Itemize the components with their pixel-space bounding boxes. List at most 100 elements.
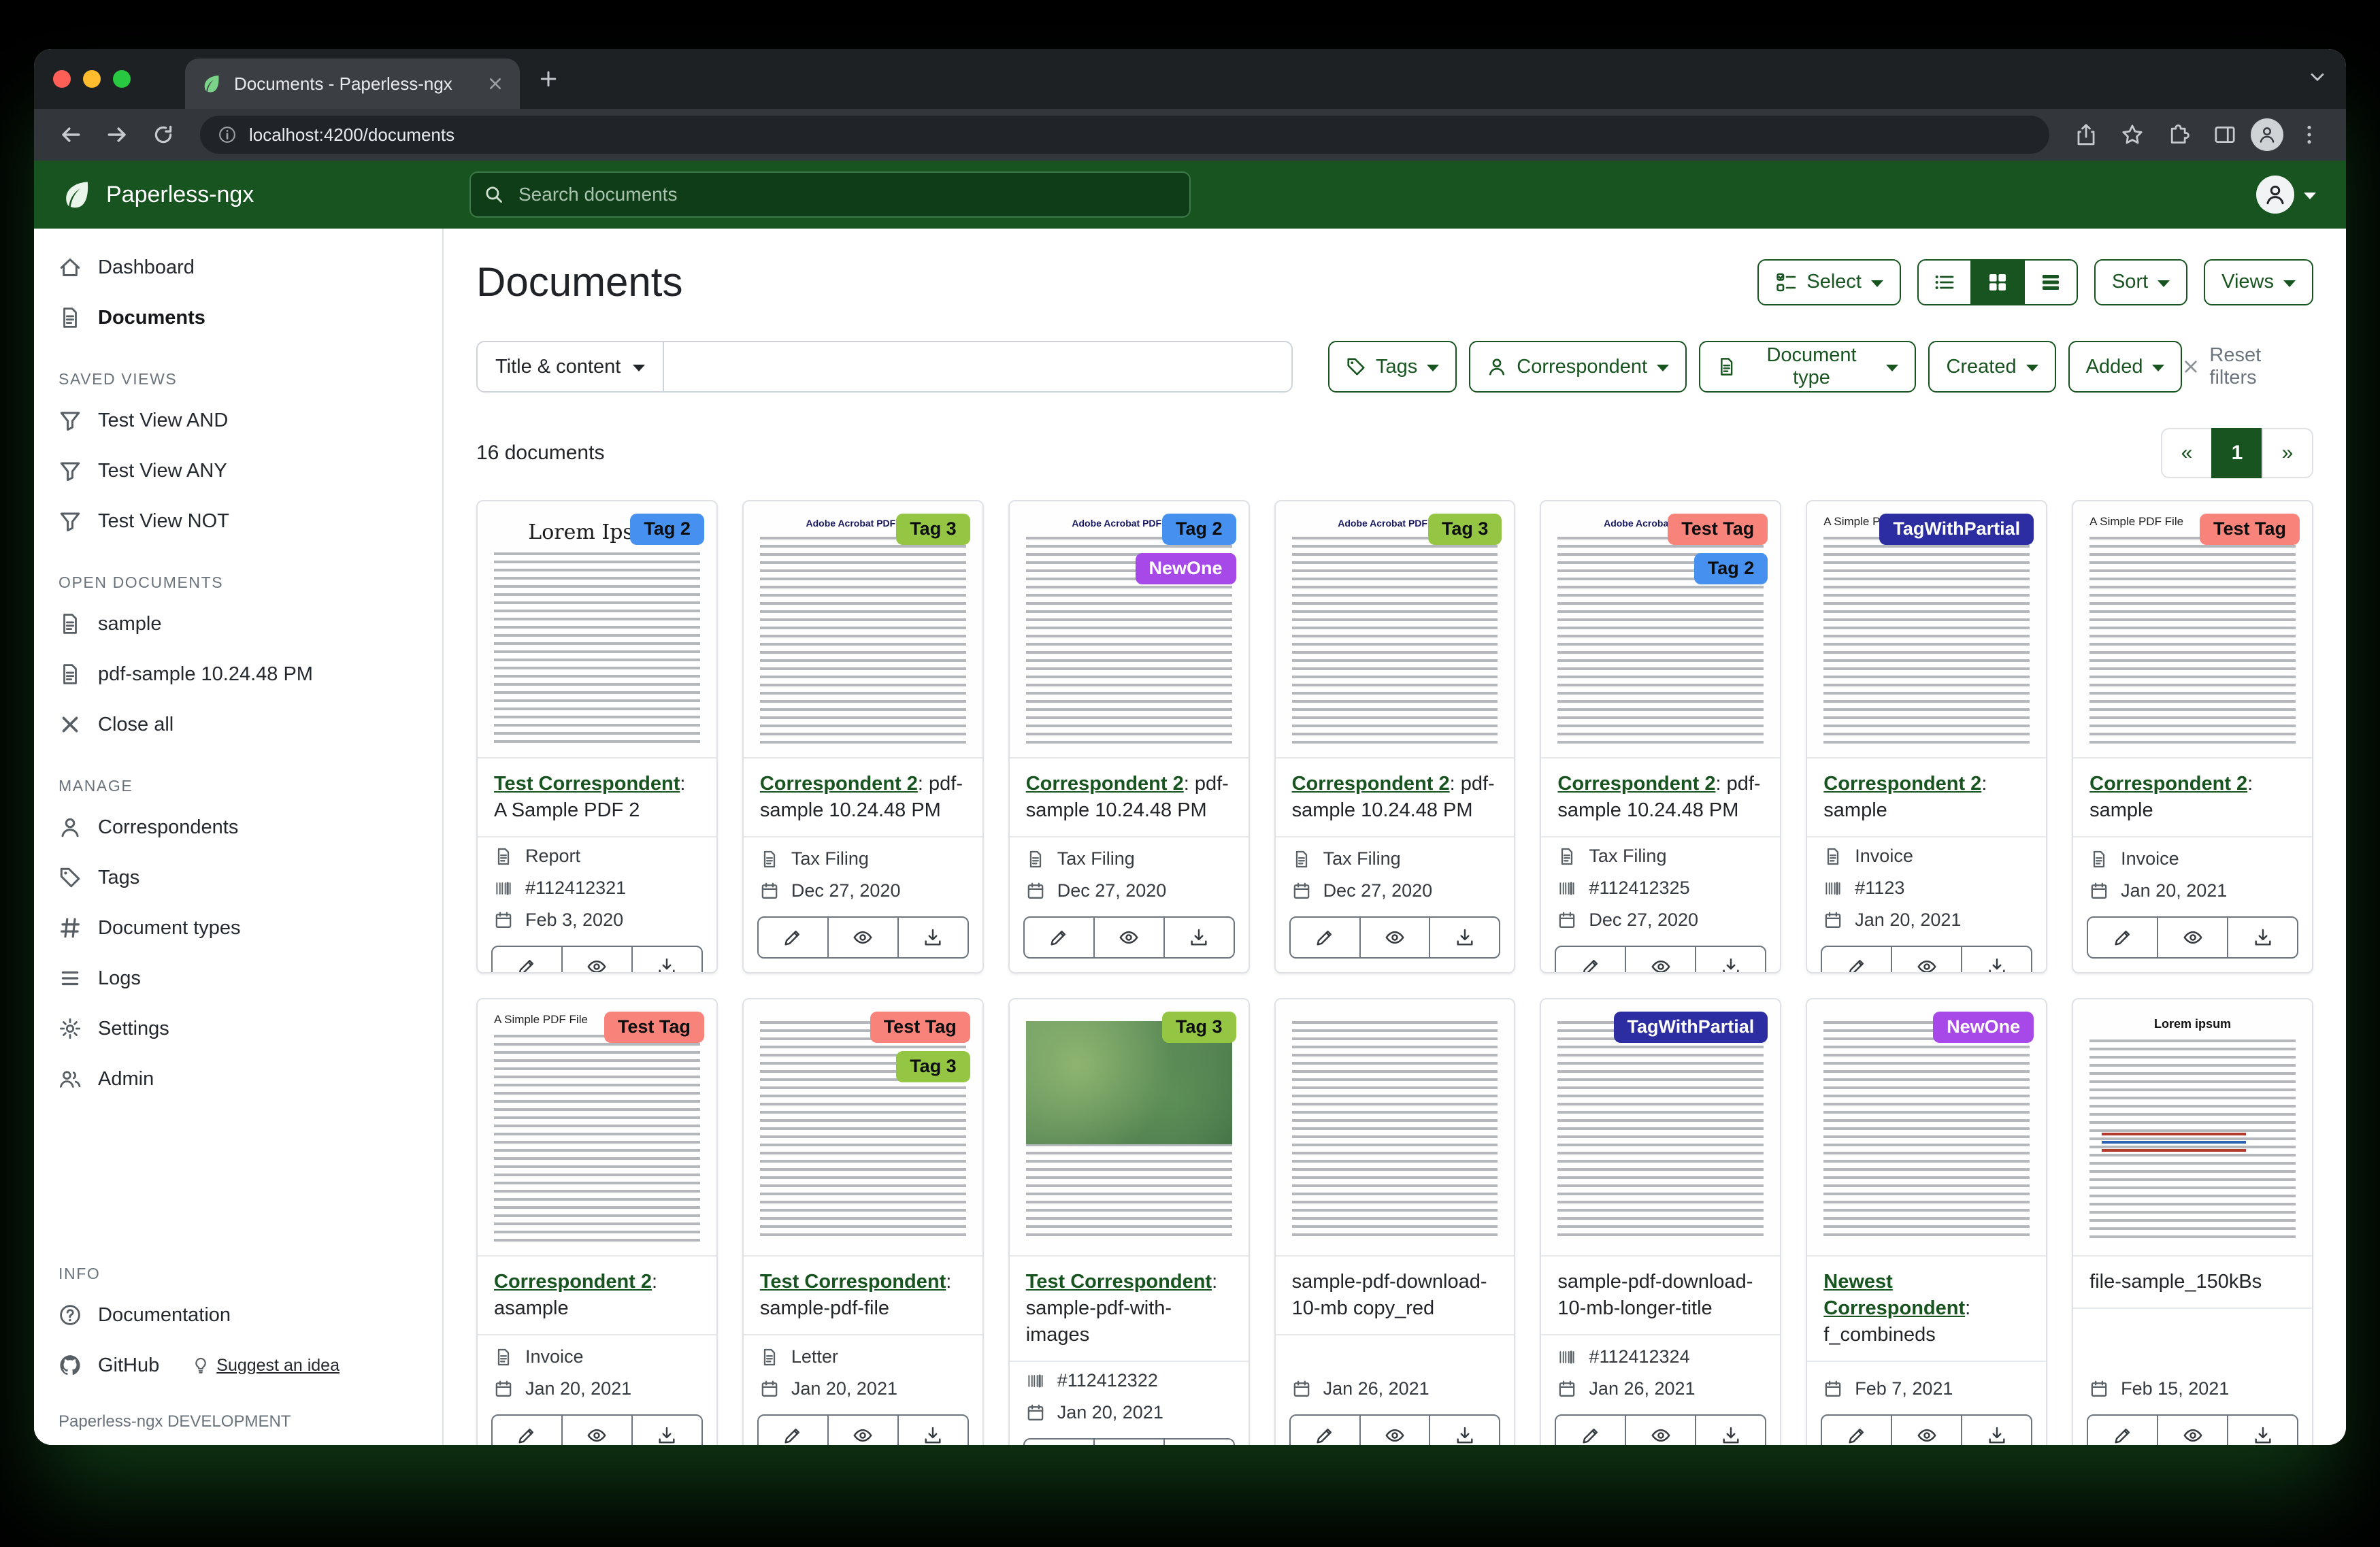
document-thumbnail[interactable]: Adobe Acrobat PDF Files Tag 3	[744, 501, 982, 759]
tag-badge[interactable]: Test Tag	[604, 1012, 704, 1043]
document-thumbnail[interactable]: TagWithPartial	[1541, 999, 1780, 1257]
download-button[interactable]	[1961, 1414, 2032, 1445]
sidebar-item-settings[interactable]: Settings	[34, 1003, 442, 1054]
correspondent-link[interactable]: Correspondent 2	[1026, 773, 1184, 795]
preview-button[interactable]	[1891, 1414, 1962, 1445]
preview-button[interactable]	[827, 1414, 899, 1445]
browser-tab[interactable]: Documents - Paperless-ngx	[185, 59, 520, 109]
filter-created-button[interactable]: Created	[1928, 341, 2055, 393]
download-button[interactable]	[1429, 1414, 1500, 1445]
sidebar-item-open-doc-pdf-sample[interactable]: pdf-sample 10.24.48 PM	[34, 649, 442, 699]
edit-button[interactable]	[1555, 946, 1626, 974]
sidebar-item-documents[interactable]: Documents	[34, 293, 442, 343]
preview-button[interactable]	[827, 916, 899, 959]
edit-button[interactable]	[491, 1414, 563, 1445]
correspondent-link[interactable]: Correspondent 2	[1823, 773, 1981, 795]
sidebar-item-document-types[interactable]: Document types	[34, 903, 442, 953]
preview-button[interactable]	[1891, 946, 1962, 974]
correspondent-link[interactable]: Test Correspondent	[1026, 1271, 1212, 1293]
side-panel-button[interactable]	[2204, 114, 2245, 155]
document-card[interactable]: TagWithPartial sample-pdf-download-10-mb…	[1540, 998, 1781, 1445]
suggest-idea-link[interactable]: Suggest an idea	[192, 1356, 340, 1376]
sidebar-item-correspondents[interactable]: Correspondents	[34, 802, 442, 852]
tag-badge[interactable]: Tag 2	[630, 514, 704, 545]
edit-button[interactable]	[1023, 916, 1095, 959]
filter-tags-button[interactable]: Tags	[1328, 341, 1457, 393]
reload-button[interactable]	[143, 114, 184, 155]
preview-button[interactable]	[1625, 946, 1696, 974]
maximize-window-button[interactable]	[113, 70, 131, 88]
correspondent-link[interactable]: Newest Correspondent	[1823, 1271, 1965, 1319]
edit-button[interactable]	[757, 1414, 829, 1445]
preview-button[interactable]	[561, 946, 633, 974]
document-card[interactable]: Lorem ipsum file-sample_150kBs Feb 15, 2…	[2072, 998, 2313, 1445]
edit-button[interactable]	[2087, 1414, 2158, 1445]
bookmark-star-button[interactable]	[2112, 114, 2153, 155]
browser-profile-avatar[interactable]	[2251, 118, 2283, 151]
sidebar-item-documentation[interactable]: Documentation	[34, 1290, 442, 1340]
edit-button[interactable]	[2087, 916, 2158, 959]
tag-badge[interactable]: NewOne	[1136, 553, 1236, 584]
back-button[interactable]	[50, 114, 91, 155]
page-current-button[interactable]: 1	[2211, 428, 2263, 478]
download-button[interactable]	[1163, 1438, 1235, 1445]
download-button[interactable]	[1961, 946, 2032, 974]
download-button[interactable]	[2227, 916, 2298, 959]
preview-button[interactable]	[2157, 1414, 2228, 1445]
share-button[interactable]	[2066, 114, 2106, 155]
tag-badge[interactable]: Tag 3	[896, 514, 970, 545]
edit-button[interactable]	[1821, 1414, 1892, 1445]
document-card[interactable]: Adobe Acrobat PDF Files Tag 3 Correspond…	[742, 500, 984, 974]
document-thumbnail[interactable]: Lorem ipsum	[2073, 999, 2312, 1257]
search-input[interactable]	[516, 182, 1176, 207]
address-bar[interactable]: localhost:4200/documents	[200, 116, 2049, 154]
filter-text-input[interactable]	[664, 341, 1293, 393]
user-menu[interactable]	[2256, 176, 2316, 214]
document-thumbnail[interactable]: Adobe Acrobat PDF Files Tag 3	[1276, 501, 1515, 759]
sidebar-item-test-view-any[interactable]: Test View ANY	[34, 446, 442, 496]
tag-badge[interactable]: Test Tag	[2200, 514, 2300, 545]
document-thumbnail[interactable]: A Simple PDF File Test Tag	[2073, 501, 2312, 759]
edit-button[interactable]	[1289, 1414, 1361, 1445]
download-button[interactable]	[631, 1414, 703, 1445]
sidebar-item-test-view-and[interactable]: Test View AND	[34, 395, 442, 446]
filter-added-button[interactable]: Added	[2068, 341, 2183, 393]
document-thumbnail[interactable]: Adobe Acrobat PDF Files Tag 2NewOne	[1010, 501, 1249, 759]
sort-button[interactable]: Sort	[2094, 259, 2187, 305]
preview-button[interactable]	[1359, 1414, 1431, 1445]
page-next-button[interactable]: »	[2262, 428, 2313, 478]
reset-filters-button[interactable]: Reset filters	[2182, 344, 2313, 389]
close-all-button[interactable]: Close all	[34, 699, 442, 750]
document-card[interactable]: Adobe Acrobat PDF Files Tag 2NewOne Corr…	[1008, 500, 1250, 974]
document-card[interactable]: Tag 3 Test Correspondent: sample-pdf-wit…	[1008, 998, 1250, 1445]
download-button[interactable]	[1163, 916, 1235, 959]
download-button[interactable]	[897, 916, 969, 959]
correspondent-link[interactable]: Correspondent 2	[494, 1271, 652, 1293]
edit-button[interactable]	[1555, 1414, 1626, 1445]
document-thumbnail[interactable]: A Simple PDF File TagWithPartial	[1807, 501, 2046, 759]
sidebar-item-admin[interactable]: Admin	[34, 1054, 442, 1104]
edit-button[interactable]	[1821, 946, 1892, 974]
tag-badge[interactable]: Test Tag	[870, 1012, 970, 1043]
document-card[interactable]: A Simple PDF File Test Tag Correspondent…	[476, 998, 718, 1445]
minimize-window-button[interactable]	[83, 70, 101, 88]
document-card[interactable]: Adobe Acrobat PDF Files Tag 3 Correspond…	[1274, 500, 1516, 974]
page-prev-button[interactable]: «	[2161, 428, 2213, 478]
correspondent-link[interactable]: Correspondent 2	[1292, 773, 1450, 795]
tag-badge[interactable]: Tag 3	[1162, 1012, 1236, 1043]
filter-document-type-button[interactable]: Document type	[1699, 341, 1916, 393]
tag-badge[interactable]: TagWithPartial	[1614, 1012, 1768, 1043]
tag-badge[interactable]: NewOne	[1933, 1012, 2034, 1043]
sidebar-item-open-doc-sample[interactable]: sample	[34, 599, 442, 649]
tab-search-chevron-icon[interactable]	[2308, 67, 2327, 92]
tag-badge[interactable]: Tag 2	[1694, 553, 1768, 584]
sidebar-item-github[interactable]: GitHub Suggest an idea	[34, 1340, 442, 1391]
app-brand[interactable]: Paperless-ngx	[61, 179, 469, 210]
document-card[interactable]: A Simple PDF File Test Tag Correspondent…	[2072, 500, 2313, 974]
download-button[interactable]	[1695, 946, 1766, 974]
correspondent-link[interactable]: Correspondent 2	[760, 773, 918, 795]
view-grid-button[interactable]	[1970, 259, 2025, 305]
download-button[interactable]	[2227, 1414, 2298, 1445]
correspondent-link[interactable]: Test Correspondent	[760, 1271, 946, 1293]
edit-button[interactable]	[491, 946, 563, 974]
